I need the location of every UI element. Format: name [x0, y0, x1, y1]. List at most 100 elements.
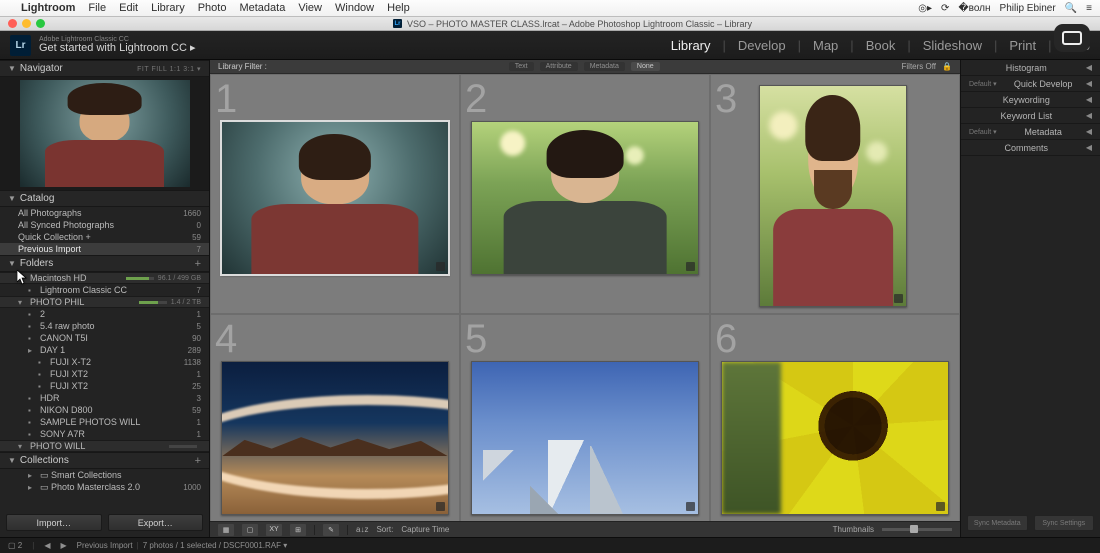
- folder-row[interactable]: ▪SAMPLE PHOTOS WILL1: [0, 416, 209, 428]
- menu-file[interactable]: File: [88, 2, 106, 14]
- folder-row[interactable]: ▪5.4 raw photo5: [0, 320, 209, 332]
- right-panel-metadata[interactable]: Default ▾Metadata ◀: [961, 124, 1100, 140]
- filter-attribute-tab[interactable]: Attribute: [540, 62, 578, 71]
- right-panel-quick-develop[interactable]: Default ▾Quick Develop ◀: [961, 76, 1100, 92]
- thumbnail-badge-icon[interactable]: [436, 502, 445, 511]
- filter-text-tab[interactable]: Text: [509, 62, 534, 71]
- folder-row[interactable]: ▪SONY A7R1: [0, 428, 209, 440]
- minimize-window-button[interactable]: [22, 19, 31, 28]
- folders-panel-head[interactable]: ▼ Folders +: [0, 255, 209, 272]
- collection-row[interactable]: ▸▭ Photo Masterclass 2.01000: [0, 481, 209, 493]
- lightroom-header: Lr Adobe Lightroom Classic CC Get starte…: [0, 31, 1100, 60]
- collection-row[interactable]: ▸▭ Smart Collections: [0, 469, 209, 481]
- grid-view[interactable]: 1 2 3: [210, 74, 960, 521]
- navigator-preview[interactable]: [0, 77, 209, 190]
- menu-help[interactable]: Help: [387, 2, 410, 14]
- grid-cell[interactable]: 1: [210, 74, 460, 314]
- folder-row[interactable]: ▪21: [0, 308, 209, 320]
- import-button[interactable]: Import…: [6, 514, 102, 531]
- thumbnail-badge-icon[interactable]: [436, 262, 445, 271]
- menu-edit[interactable]: Edit: [119, 2, 138, 14]
- catalog-row[interactable]: All Synced Photographs0: [0, 219, 209, 231]
- filmstrip-source[interactable]: Previous Import: [77, 541, 133, 550]
- app-menu[interactable]: Lightroom: [21, 2, 75, 14]
- folder-row[interactable]: ▪Lightroom Classic CC7: [0, 284, 209, 296]
- cc-status-icon[interactable]: ◎▸: [918, 3, 932, 14]
- thumbnail-badge-icon[interactable]: [686, 502, 695, 511]
- grid-cell[interactable]: 5: [460, 314, 710, 521]
- catalog-panel-head[interactable]: ▼ Catalog: [0, 190, 209, 207]
- sort-menu[interactable]: Capture Time: [401, 525, 449, 534]
- compare-view-button[interactable]: XY: [266, 524, 282, 536]
- go-forward-button[interactable]: ▶: [60, 541, 66, 550]
- menu-metadata[interactable]: Metadata: [239, 2, 285, 14]
- catalog-row[interactable]: All Photographs1660: [0, 207, 209, 219]
- grid-cell[interactable]: 4: [210, 314, 460, 521]
- thumbnail-badge-icon[interactable]: [686, 262, 695, 271]
- filter-lock-icon[interactable]: 🔒: [942, 62, 952, 71]
- menu-library[interactable]: Library: [151, 2, 185, 14]
- menu-view[interactable]: View: [298, 2, 322, 14]
- thumbnail-size-slider[interactable]: [882, 528, 952, 531]
- module-book[interactable]: Book: [866, 38, 896, 53]
- sync-icon[interactable]: ⟳: [941, 3, 949, 14]
- module-library[interactable]: Library: [671, 38, 711, 53]
- grid-cell[interactable]: 6: [710, 314, 960, 521]
- right-panel-keywording[interactable]: Keywording ◀: [961, 92, 1100, 108]
- volume-row[interactable]: ▾Macintosh HD96.1 / 499 GB: [0, 272, 209, 284]
- folder-row[interactable]: ▪FUJI XT225: [0, 380, 209, 392]
- filmstrip-count[interactable]: 7 photos / 1 selected / DSCF0001.RAF ▾: [143, 541, 288, 550]
- sync-metadata-button[interactable]: Sync Metadata: [967, 515, 1028, 531]
- folders-tree: ▾Macintosh HD96.1 / 499 GB▪Lightroom Cla…: [0, 272, 209, 452]
- catalog-row[interactable]: Quick Collection +59: [0, 231, 209, 243]
- identity-plate[interactable]: Get started with Lightroom CC ▸: [39, 43, 196, 54]
- folder-row[interactable]: ▪FUJI XT21: [0, 368, 209, 380]
- menu-window[interactable]: Window: [335, 2, 374, 14]
- volume-row[interactable]: ▾PHOTO WILL: [0, 440, 209, 452]
- folder-row[interactable]: ▸DAY 1289: [0, 344, 209, 356]
- folder-row[interactable]: ▪FUJI X-T21138: [0, 356, 209, 368]
- thumbnail-badge-icon[interactable]: [894, 294, 903, 303]
- window-traffic-lights[interactable]: [8, 19, 45, 28]
- painter-tool-button[interactable]: ✎: [323, 524, 339, 536]
- folder-row[interactable]: ▪HDR3: [0, 392, 209, 404]
- close-window-button[interactable]: [8, 19, 17, 28]
- export-button[interactable]: Export…: [108, 514, 204, 531]
- sort-direction-button[interactable]: a↓z: [356, 525, 368, 534]
- right-panel-comments[interactable]: Comments ◀: [961, 140, 1100, 156]
- right-panel-histogram[interactable]: Histogram ◀: [961, 60, 1100, 76]
- volume-row[interactable]: ▾PHOTO PHIL1.4 / 2 TB: [0, 296, 209, 308]
- module-print[interactable]: Print: [1009, 38, 1036, 53]
- survey-view-button[interactable]: ⊞: [290, 524, 306, 536]
- grid-cell[interactable]: 2: [460, 74, 710, 314]
- menubar-user[interactable]: Philip Ebiner: [1000, 3, 1056, 14]
- filters-off-label[interactable]: Filters Off: [902, 62, 937, 71]
- module-develop[interactable]: Develop: [738, 38, 786, 53]
- sync-settings-button[interactable]: Sync Settings: [1034, 515, 1095, 531]
- filter-none-tab[interactable]: None: [631, 62, 660, 71]
- loupe-view-button[interactable]: ▢: [242, 524, 258, 536]
- add-collection-button[interactable]: +: [195, 455, 201, 467]
- right-panel-keyword-list[interactable]: Keyword List ◀: [961, 108, 1100, 124]
- module-map[interactable]: Map: [813, 38, 838, 53]
- menubar-menu-icon[interactable]: ≡: [1086, 3, 1092, 14]
- catalog-row[interactable]: Previous Import7: [0, 243, 209, 255]
- grid-cell[interactable]: 3: [710, 74, 960, 314]
- menu-photo[interactable]: Photo: [198, 2, 227, 14]
- thumbnail-badge-icon[interactable]: [936, 502, 945, 511]
- wifi-icon[interactable]: �волн: [958, 3, 990, 14]
- module-slideshow[interactable]: Slideshow: [923, 38, 982, 53]
- add-folder-button[interactable]: +: [195, 258, 201, 270]
- navigator-panel-head[interactable]: ▼ Navigator FIT FILL 1:1 3:1 ▾: [0, 60, 209, 77]
- collections-panel-head[interactable]: ▼ Collections +: [0, 452, 209, 469]
- grid-view-button[interactable]: ▦: [218, 524, 234, 536]
- filter-metadata-tab[interactable]: Metadata: [584, 62, 625, 71]
- folder-row[interactable]: ▪CANON T5I90: [0, 332, 209, 344]
- second-monitor-button[interactable]: ▢ 2: [8, 541, 22, 550]
- folder-row[interactable]: ▪NIKON D80059: [0, 404, 209, 416]
- navigator-zoom-modes[interactable]: FIT FILL 1:1 3:1 ▾: [137, 65, 201, 73]
- spotlight-icon[interactable]: 🔍: [1065, 3, 1077, 14]
- zoom-window-button[interactable]: [36, 19, 45, 28]
- go-back-button[interactable]: ◀: [44, 541, 50, 550]
- caret-down-icon: ▼: [8, 259, 16, 268]
